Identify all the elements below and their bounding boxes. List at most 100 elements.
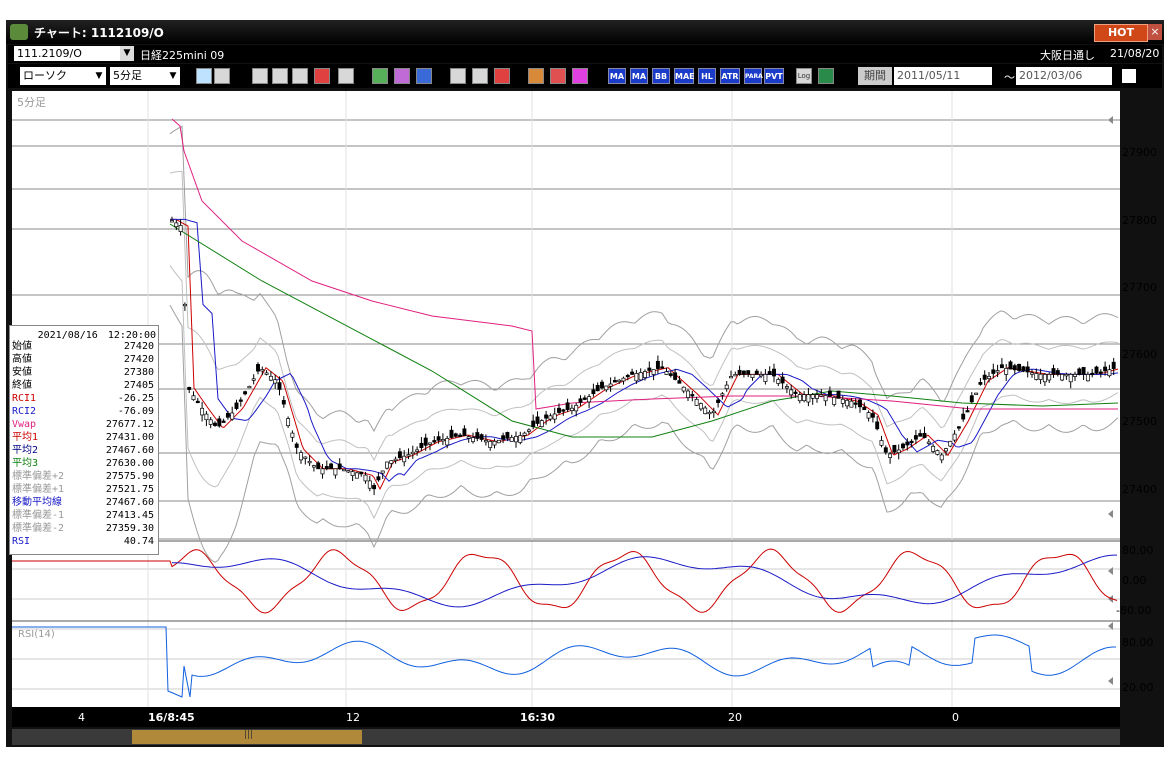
- crosshair-icon[interactable]: [214, 68, 230, 84]
- candle-body: [333, 468, 338, 476]
- candle-body: [440, 439, 445, 442]
- data-row-value: 27431.00: [105, 432, 154, 443]
- symbol-select[interactable]: 111.2109/O ▼: [14, 46, 134, 61]
- pvt-button[interactable]: PVT: [764, 68, 784, 84]
- candle-body: [535, 416, 540, 424]
- data-row: 移動平均線 27467.60: [12, 496, 156, 509]
- candle-body: [909, 440, 914, 444]
- candle-body: [995, 370, 1000, 373]
- close-button[interactable]: ×: [1148, 24, 1162, 40]
- candle-body: [849, 400, 854, 408]
- data-row-value: 27630.00: [105, 458, 154, 469]
- candle-body: [428, 442, 432, 445]
- candle-body: [359, 471, 364, 475]
- cursor-icon[interactable]: [394, 68, 410, 84]
- candle-body: [686, 390, 690, 398]
- candle-body: [905, 441, 910, 446]
- candle-icon[interactable]: [450, 68, 466, 84]
- candle-body: [204, 413, 209, 421]
- indicator-icon[interactable]: [292, 68, 308, 84]
- data-row: 標準偏差+1 27521.75: [12, 483, 156, 496]
- draw-line-icon[interactable]: [252, 68, 268, 84]
- candle-body: [1060, 374, 1065, 381]
- candle-body: [243, 391, 248, 395]
- candle-body: [324, 466, 329, 470]
- hot-button[interactable]: HOT: [1094, 24, 1148, 42]
- period-button[interactable]: 期間: [858, 67, 892, 85]
- data-row-label: 安値: [12, 367, 32, 378]
- bb-button[interactable]: BB: [652, 68, 670, 84]
- candle-body: [965, 410, 970, 413]
- candle-body: [741, 370, 746, 375]
- tools-icon[interactable]: [550, 68, 566, 84]
- data-row-label: 標準偏差-1: [12, 510, 65, 521]
- ma-button[interactable]: MA: [608, 68, 626, 84]
- candle-body: [402, 455, 407, 463]
- data-row-value: 27413.45: [105, 510, 154, 521]
- date-to-field[interactable]: 2012/03/06: [1016, 67, 1112, 85]
- candle-body: [501, 435, 506, 440]
- atr-button[interactable]: ATR: [720, 68, 740, 84]
- pencil-icon[interactable]: [372, 68, 388, 84]
- candle-body: [780, 376, 785, 384]
- alert-icon[interactable]: [314, 68, 330, 84]
- candle-body: [337, 463, 342, 470]
- date-from-field[interactable]: 2011/05/11: [894, 67, 992, 85]
- candle-body: [256, 364, 260, 372]
- zoom-icon[interactable]: [196, 68, 212, 84]
- candle-body: [931, 445, 936, 452]
- interval-corner-label: 5分足: [17, 96, 46, 109]
- rci-axis: 80.00 0.00 -80.00: [1116, 544, 1154, 617]
- gear-icon[interactable]: [528, 68, 544, 84]
- export-icon[interactable]: [818, 68, 834, 84]
- mae-button[interactable]: MAE: [674, 68, 695, 84]
- candle-body: [303, 456, 308, 459]
- candle-body: [453, 433, 458, 437]
- para-button[interactable]: PARA: [744, 68, 763, 84]
- candle-body: [548, 415, 553, 420]
- candle-body: [759, 374, 764, 377]
- candle-body: [1038, 373, 1043, 380]
- data-row-label: 終値: [12, 380, 32, 391]
- period-checkbox[interactable]: [1122, 69, 1136, 83]
- candle-body: [432, 440, 437, 443]
- candle-body: [991, 369, 996, 374]
- interval-select[interactable]: 5分足 ▼: [110, 67, 180, 85]
- candle-body: [660, 366, 665, 369]
- candle-body: [999, 364, 1004, 369]
- candle-body: [234, 402, 239, 409]
- color-icon[interactable]: [572, 68, 588, 84]
- candle-body: [415, 449, 420, 452]
- warning-icon[interactable]: [338, 68, 354, 84]
- candle-body: [638, 372, 643, 381]
- candle-body: [466, 436, 471, 439]
- symbol-bar: 111.2109/O ▼ 日経225mini 09 大阪日通し 21/08/20: [8, 45, 1162, 63]
- candle-alt-icon[interactable]: [472, 68, 488, 84]
- candle-body: [698, 403, 703, 410]
- candle-body: [462, 428, 467, 436]
- candle-body: [561, 409, 566, 412]
- chart-type-select[interactable]: ローソク ▼: [20, 67, 106, 85]
- price-tick-label: 27600: [1122, 348, 1157, 361]
- candle-body: [789, 389, 794, 396]
- time-scrollbar[interactable]: |||: [12, 729, 1120, 745]
- rci-tick-label: 0.00: [1122, 574, 1147, 587]
- candle-body: [544, 414, 549, 419]
- chevron-down-icon[interactable]: ▼: [120, 46, 134, 61]
- ma2-button[interactable]: MA: [630, 68, 648, 84]
- chart-type-value: ローソク: [23, 69, 67, 82]
- data-row-value: 27405: [123, 380, 154, 391]
- search-icon[interactable]: [272, 68, 288, 84]
- title-bar[interactable]: チャート: 1112109/O HOT ×: [6, 20, 1164, 44]
- candle-body: [956, 426, 961, 429]
- hl-button[interactable]: HL: [698, 68, 716, 84]
- data-row-label: 平均3: [12, 458, 39, 469]
- chart-area[interactable]: 5分足 27900 27800 27700 27600 27500 27400 …: [12, 91, 1158, 727]
- log-button[interactable]: Log: [796, 68, 812, 84]
- undo-icon[interactable]: [416, 68, 432, 84]
- all-icon[interactable]: [494, 68, 510, 84]
- data-row-value: 27420: [123, 341, 154, 352]
- candle-body: [320, 468, 325, 475]
- candle-body: [836, 390, 841, 399]
- candle-body: [810, 394, 815, 399]
